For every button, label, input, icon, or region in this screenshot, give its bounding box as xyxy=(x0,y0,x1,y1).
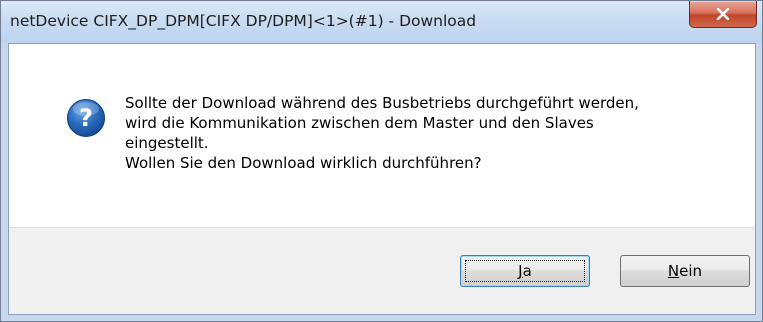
close-x-icon xyxy=(716,8,730,20)
message-line: Wollen Sie den Download wirklich durchfü… xyxy=(125,154,482,172)
dialog-window: netDevice CIFX_DP_DPM[CIFX DP/DPM]<1>(#1… xyxy=(0,0,763,322)
no-button-label: Nein xyxy=(668,262,702,280)
window-title: netDevice CIFX_DP_DPM[CIFX DP/DPM]<1>(#1… xyxy=(10,12,477,30)
message-line: wird die Kommunikation zwischen dem Mast… xyxy=(125,114,594,132)
svg-text:?: ? xyxy=(79,104,93,132)
no-label-rest: ein xyxy=(679,262,703,280)
focus-ring xyxy=(465,260,585,282)
message-line: Sollte der Download während des Busbetri… xyxy=(125,94,639,112)
no-mnemonic: N xyxy=(667,262,680,280)
dialog-message: Sollte der Download während des Busbetri… xyxy=(125,93,735,173)
dialog-client-area: ? Sollte der Download während des Busbet… xyxy=(8,43,756,315)
close-button[interactable] xyxy=(689,1,757,28)
message-line: eingestellt. xyxy=(125,134,209,152)
no-button[interactable]: Nein xyxy=(620,255,750,287)
title-bar[interactable]: netDevice CIFX_DP_DPM[CIFX DP/DPM]<1>(#1… xyxy=(1,1,762,43)
button-bar: Ja Nein xyxy=(9,227,755,314)
message-area: ? Sollte der Download während des Busbet… xyxy=(9,44,755,227)
yes-button[interactable]: Ja xyxy=(460,255,590,287)
question-icon: ? xyxy=(67,99,105,137)
